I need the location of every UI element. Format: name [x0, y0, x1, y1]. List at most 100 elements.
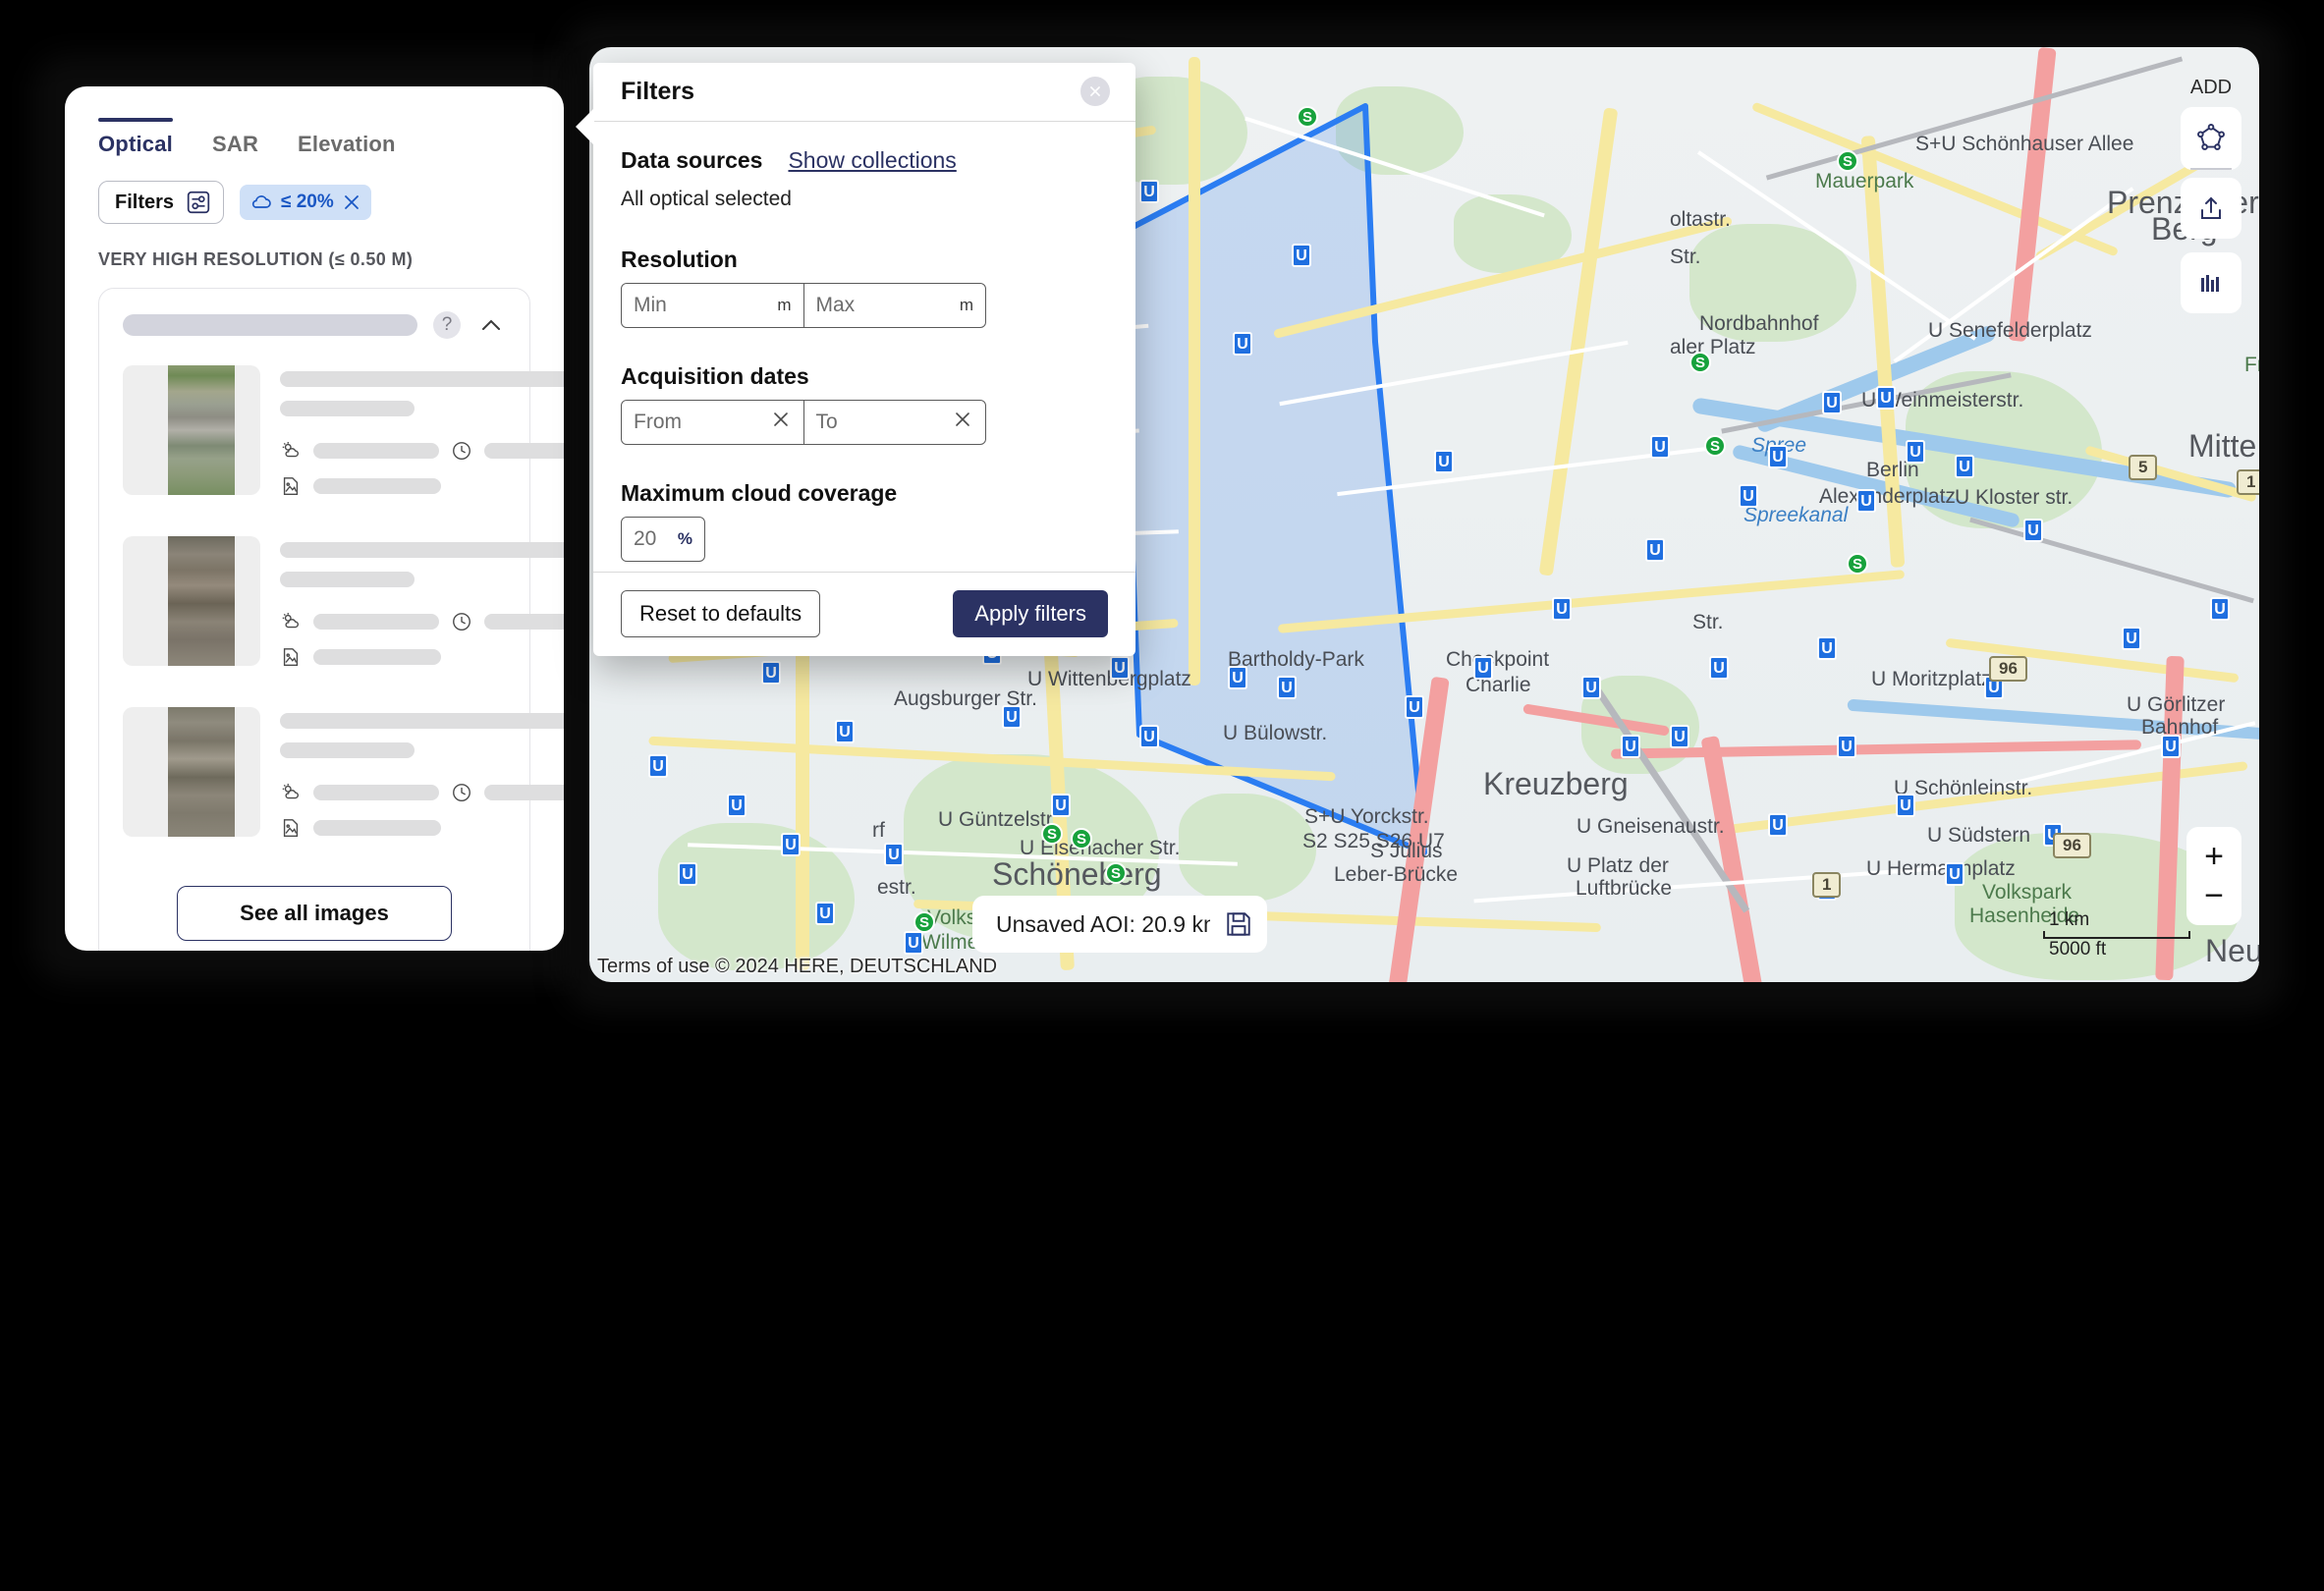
weather-value-skeleton: [313, 614, 439, 630]
data-sources-heading: Data sources: [621, 146, 763, 173]
u-bahn-badge: U: [781, 833, 801, 856]
u-bahn-badge: U: [1139, 725, 1159, 748]
map-label: oltastr.: [1670, 208, 1731, 231]
map-label: U Senefelderplatz: [1928, 319, 2092, 342]
close-icon[interactable]: [342, 192, 361, 212]
map-label: S+U Schönhauser Allee: [1915, 133, 2134, 155]
meta-row-weather-time: [280, 782, 564, 803]
u-bahn-badge: U: [1473, 656, 1493, 680]
dialog-header: Filters: [593, 63, 1135, 122]
see-all-images-button[interactable]: See all images: [177, 886, 452, 941]
collection-header: ?: [123, 310, 506, 340]
upload-icon[interactable]: [2181, 178, 2241, 239]
map-label: U Moritzplatz: [1871, 668, 1992, 690]
u-bahn-badge: U: [1822, 391, 1842, 414]
u-bahn-badge: U: [648, 754, 668, 778]
meta-line-2: [280, 742, 415, 758]
cloud-icon: [249, 193, 273, 211]
u-bahn-badge: U: [1645, 538, 1665, 562]
filters-button[interactable]: Filters: [98, 181, 225, 224]
save-floppy-icon[interactable]: [1210, 896, 1267, 953]
u-bahn-badge: U: [1906, 440, 1925, 464]
map-label: Volkspark: [1982, 881, 2073, 904]
draw-polygon-icon[interactable]: [2181, 107, 2241, 168]
u-bahn-badge: U: [1110, 656, 1130, 680]
map-attribution[interactable]: Terms of use © 2024 HERE, DEUTSCHLAND: [597, 956, 997, 978]
u-bahn-badge: U: [1228, 666, 1247, 689]
map-label: Spreekanal: [1743, 504, 1849, 526]
u-bahn-badge: U: [1817, 636, 1837, 660]
u-bahn-badge: U: [1002, 705, 1022, 729]
u-bahn-badge: U: [1552, 597, 1572, 621]
meta-line-2: [280, 572, 415, 587]
clock-icon: [451, 782, 472, 803]
resolution-min-input[interactable]: Min m: [622, 284, 803, 327]
meta-row-image: [280, 817, 564, 839]
tab-optical[interactable]: Optical: [98, 118, 173, 161]
u-bahn-badge: U: [2210, 597, 2230, 621]
list-item[interactable]: [123, 536, 564, 682]
date-to-placeholder: To: [815, 410, 838, 433]
list-item[interactable]: [123, 365, 564, 511]
help-icon[interactable]: ?: [433, 311, 461, 339]
apply-filters-button[interactable]: Apply filters: [953, 590, 1108, 638]
s-bahn-badge: S: [1847, 553, 1868, 575]
item-meta: [280, 707, 564, 852]
u-bahn-badge: U: [904, 931, 923, 955]
clear-from-icon[interactable]: [770, 409, 792, 436]
meta-row-weather-time: [280, 611, 564, 632]
reset-to-defaults-button[interactable]: Reset to defaults: [621, 590, 821, 638]
cloud-coverage-input[interactable]: 20 %: [621, 516, 705, 562]
show-collections-link[interactable]: Show collections: [788, 147, 956, 174]
data-sources-summary: All optical selected: [621, 187, 792, 210]
zoom-in-button[interactable]: +: [2204, 837, 2224, 876]
u-bahn-badge: U: [1670, 725, 1689, 748]
list-item[interactable]: [123, 707, 564, 852]
map-label: U Kloster str.: [1955, 486, 2074, 509]
resolution-max-input[interactable]: Max m: [802, 283, 986, 327]
clear-to-icon[interactable]: [952, 409, 973, 436]
cloud-coverage-chip[interactable]: ≤ 20%: [240, 185, 371, 220]
highway-shield: 1: [2237, 469, 2259, 495]
clock-icon: [451, 611, 472, 632]
tab-elevation[interactable]: Elevation: [298, 132, 396, 161]
u-bahn-badge: U: [2023, 519, 2043, 542]
filter-toolbar: Filters ≤ 20%: [98, 181, 530, 224]
item-meta: [280, 536, 564, 682]
s-bahn-badge: S: [1704, 435, 1726, 457]
image-value-skeleton: [313, 478, 441, 494]
date-to-input[interactable]: To: [802, 400, 986, 444]
date-from-input[interactable]: From: [622, 401, 803, 444]
u-bahn-badge: U: [1768, 445, 1788, 468]
scale-tick-metric: [2043, 931, 2190, 939]
highway-shield: 5: [2129, 455, 2158, 480]
sun-cloud-icon: [280, 611, 302, 632]
s-bahn-badge: S: [1041, 823, 1063, 845]
filters-button-label: Filters: [115, 191, 175, 213]
tab-sar[interactable]: SAR: [212, 132, 258, 161]
map-label: S Julius: [1370, 840, 1443, 862]
s-bahn-badge: S: [1837, 150, 1858, 172]
close-icon[interactable]: [1080, 77, 1110, 107]
map-label: estr.: [877, 876, 916, 899]
map-label: Leber-Brücke: [1334, 863, 1459, 886]
weather-value-skeleton: [313, 443, 439, 459]
weather-value-skeleton: [313, 785, 439, 800]
map-label: Mauerpark: [1815, 170, 1914, 192]
meta-line-1: [280, 713, 564, 729]
zoom-out-button[interactable]: −: [2204, 876, 2224, 915]
results-collection-card: ? See all images: [98, 288, 564, 951]
map-label: U Hermannplatz: [1866, 857, 2016, 880]
map-label: Checkpoint: [1446, 648, 1550, 671]
u-bahn-badge: U: [1051, 794, 1071, 817]
resolution-section-title: VERY HIGH RESOLUTION (≤ 0.50 M): [98, 249, 414, 269]
resolution-min-unit: m: [777, 295, 792, 314]
u-bahn-badge: U: [1945, 862, 1964, 886]
bar-chart-icon[interactable]: [2181, 252, 2241, 313]
chevron-up-icon[interactable]: [476, 310, 506, 340]
map-label: Friedrich: [2244, 354, 2259, 376]
date-from-placeholder: From: [634, 410, 682, 433]
map-label: Mitte: [2188, 428, 2257, 464]
map-add-toolbar: ADD: [2181, 77, 2241, 319]
dialog-footer: Reset to defaults Apply filters: [593, 571, 1135, 656]
